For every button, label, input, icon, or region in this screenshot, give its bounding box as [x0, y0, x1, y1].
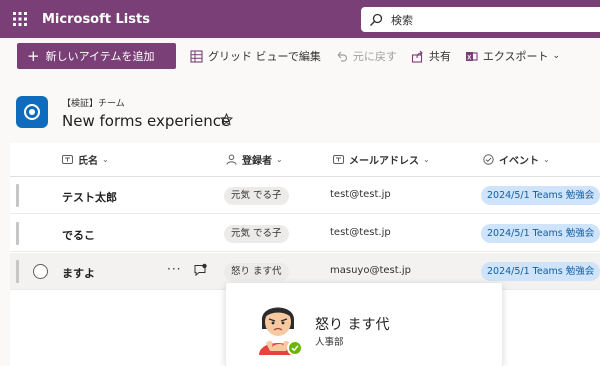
cell-email: test@test.jp — [330, 189, 391, 200]
registrant-pill[interactable]: 怒り ます代 — [224, 263, 289, 281]
column-header-name[interactable]: 氏名 ⌄ — [62, 143, 109, 176]
search-box[interactable]: 検索 — [361, 7, 600, 32]
app-title[interactable]: Microsoft Lists — [42, 12, 150, 27]
undo-icon — [337, 51, 347, 62]
search-input[interactable]: 検索 — [391, 12, 413, 28]
row-indicator — [16, 260, 19, 283]
command-bar: + 新しいアイテムを追加 グリッド ビューで編集 元に戻す 共有 X エクスポー… — [0, 38, 600, 74]
column-header-event-label: イベント — [499, 156, 539, 167]
column-header-email[interactable]: メールアドレス ⌄ — [333, 143, 430, 176]
column-header-name-label: 氏名 — [78, 156, 98, 167]
person-column-icon — [226, 154, 237, 165]
text-column-icon — [62, 155, 73, 164]
comment-icon[interactable] — [193, 263, 207, 280]
chevron-down-icon: ⌄ — [552, 51, 561, 61]
row-indicator — [16, 184, 19, 207]
chevron-down-icon: ⌄ — [276, 155, 283, 164]
cell-email: test@test.jp — [330, 227, 391, 238]
table-row[interactable]: でるこ 元気 でる子 test@test.jp 2024/5/1 Teams 勉… — [10, 215, 600, 252]
column-header-registrant[interactable]: 登録者 ⌄ — [226, 143, 283, 176]
plus-icon: + — [27, 46, 40, 65]
row-indicator — [16, 222, 19, 245]
share-label: 共有 — [428, 50, 451, 63]
export-icon: X — [465, 51, 478, 61]
grid-edit-button[interactable]: グリッド ビューで編集 — [190, 48, 321, 64]
app-bar: Microsoft Lists 検索 — [0, 0, 600, 38]
list-breadcrumb[interactable]: 【検証】チーム — [62, 96, 125, 109]
cell-email: masuyo@test.jp — [330, 265, 411, 276]
registrant-pill[interactable]: 元気 でる子 — [224, 187, 289, 205]
column-header-registrant-label: 登録者 — [242, 156, 272, 167]
persona-department: 人事部 — [315, 337, 344, 348]
more-icon[interactable]: ··· — [167, 262, 181, 276]
cell-name[interactable]: テスト太郎 — [62, 189, 117, 205]
list-app-icon — [16, 96, 48, 128]
share-icon — [411, 50, 423, 63]
row-select-radio[interactable] — [33, 264, 48, 279]
chevron-down-icon: ⌄ — [423, 155, 430, 164]
event-pill: 2024/5/1 Teams 勉強会 — [481, 262, 600, 281]
grid-edit-icon — [190, 49, 203, 63]
svg-text:X: X — [467, 55, 471, 61]
new-item-label: 新しいアイテムを追加 — [45, 50, 155, 63]
text-column-icon — [333, 155, 344, 164]
persona-card: 怒り ます代 人事部 — [226, 283, 502, 366]
column-header-email-label: メールアドレス — [349, 156, 419, 167]
event-pill: 2024/5/1 Teams 勉強会 — [481, 186, 600, 205]
persona-name[interactable]: 怒り ます代 — [315, 314, 389, 334]
column-header-event[interactable]: イベント ⌄ — [483, 143, 550, 176]
list-title: New forms experience — [62, 112, 231, 130]
chevron-down-icon: ⌄ — [543, 155, 550, 164]
table-row[interactable]: テスト太郎 元気 でる子 test@test.jp 2024/5/1 Teams… — [10, 177, 600, 214]
cell-name[interactable]: でるこ — [62, 227, 95, 243]
undo-label: 元に戻す — [352, 50, 397, 63]
waffle-icon[interactable] — [0, 0, 40, 38]
star-icon[interactable] — [219, 112, 234, 129]
new-item-button[interactable]: + 新しいアイテムを追加 — [17, 43, 176, 69]
presence-check-icon — [287, 340, 303, 356]
cell-name[interactable]: ますよ — [62, 265, 95, 281]
export-label: エクスポート — [482, 50, 549, 63]
check-circle-column-icon — [483, 154, 494, 165]
export-button[interactable]: X エクスポート ⌄ — [465, 48, 560, 64]
grid-edit-label: グリッド ビューで編集 — [208, 50, 321, 63]
event-pill: 2024/5/1 Teams 勉強会 — [481, 224, 600, 243]
share-button[interactable]: 共有 — [411, 48, 451, 64]
registrant-pill[interactable]: 元気 でる子 — [224, 225, 289, 243]
search-icon — [361, 13, 391, 27]
chevron-down-icon: ⌄ — [102, 155, 109, 164]
undo-button[interactable]: 元に戻す — [335, 48, 397, 64]
